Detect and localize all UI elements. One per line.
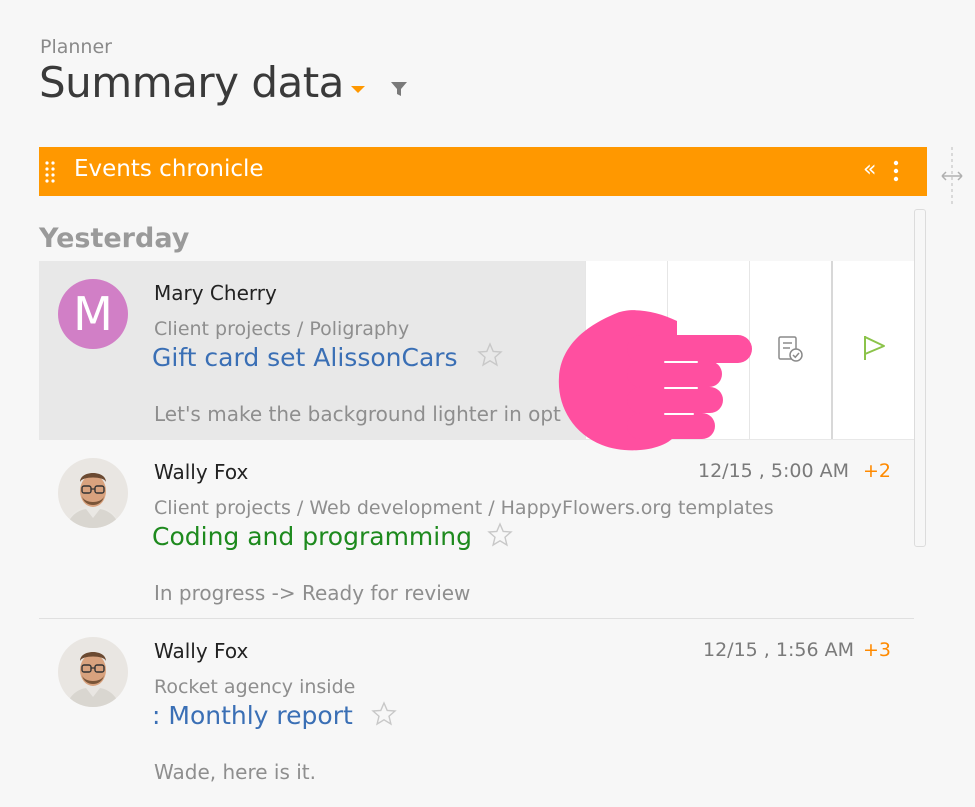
section-heading: Yesterday: [39, 223, 190, 254]
author-name[interactable]: Mary Cherry: [154, 281, 277, 305]
task-subject[interactable]: Gift card set AlissonCars: [152, 343, 458, 372]
event-comment: Let's make the background lighter in opt: [154, 402, 561, 426]
star-icon[interactable]: [477, 342, 503, 368]
task-subject[interactable]: : Monthly report: [152, 701, 353, 730]
page-title[interactable]: Summary data: [39, 58, 344, 107]
star-icon[interactable]: [371, 701, 397, 727]
title-dropdown-icon[interactable]: [351, 86, 365, 93]
grip-icon[interactable]: [45, 160, 55, 184]
avatar[interactable]: [58, 637, 128, 707]
author-name[interactable]: Wally Fox: [154, 639, 248, 663]
extra-events-count[interactable]: +2: [863, 460, 891, 482]
task-subject[interactable]: Coding and programming: [152, 522, 472, 551]
pointer-hand-icon: [558, 310, 752, 451]
scrollbar[interactable]: [914, 209, 926, 547]
project-path[interactable]: Client projects / Web development / Happ…: [154, 497, 774, 519]
checklist-icon[interactable]: [776, 335, 804, 363]
collapse-icon[interactable]: «: [863, 158, 876, 182]
project-path[interactable]: Rocket agency inside: [154, 676, 355, 698]
filter-icon[interactable]: [390, 80, 408, 98]
avatar[interactable]: [58, 458, 128, 528]
extra-events-count[interactable]: +3: [863, 639, 891, 661]
event-comment: Wade, here is it.: [154, 760, 316, 784]
event-date: 12/15 , 5:00 AM: [698, 460, 849, 482]
star-icon[interactable]: [487, 522, 513, 548]
event-comment: In progress -> Ready for review: [154, 581, 471, 605]
author-name[interactable]: Wally Fox: [154, 460, 248, 484]
panel-title: Events chronicle: [74, 156, 264, 182]
breadcrumb[interactable]: Planner: [40, 36, 112, 58]
project-path[interactable]: Client projects / Poligraphy: [154, 318, 409, 340]
resize-icon[interactable]: [936, 147, 966, 207]
flag-icon[interactable]: [860, 333, 888, 361]
avatar[interactable]: M: [58, 279, 128, 349]
event-date: 12/15 , 1:56 AM: [703, 639, 854, 661]
more-icon[interactable]: [891, 159, 901, 183]
